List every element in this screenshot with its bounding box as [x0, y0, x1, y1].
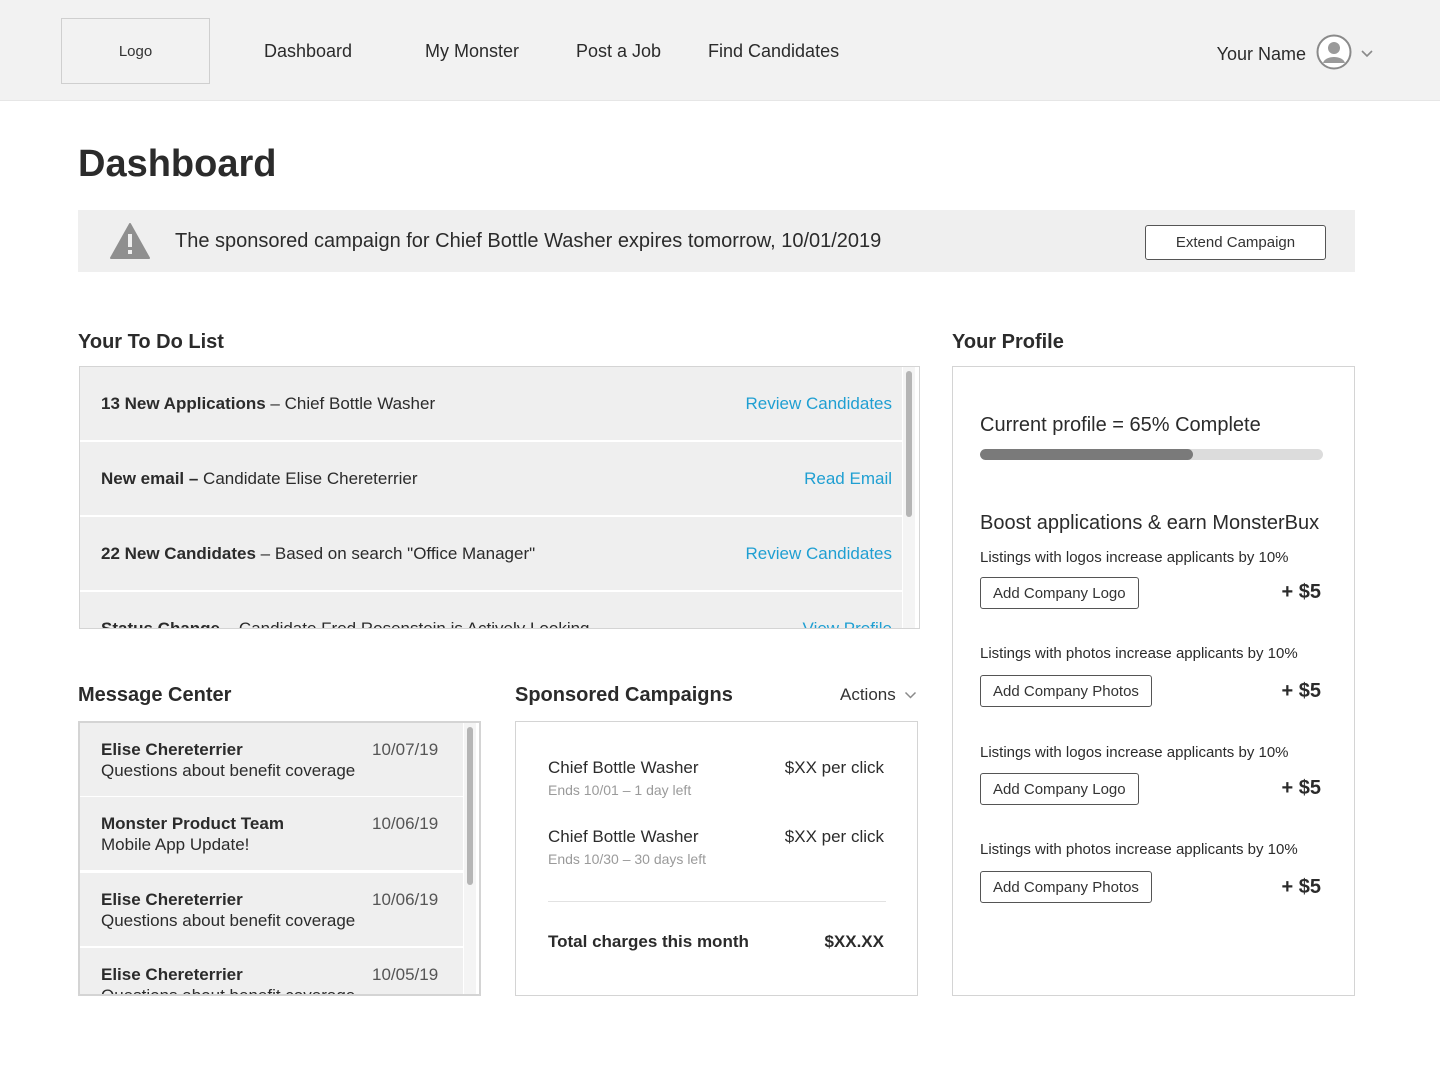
- todo-heading: Your To Do List: [78, 331, 224, 353]
- profile-heading: Your Profile: [952, 331, 1064, 353]
- todo-item-detail: – Candidate Fred Rosenstein is Actively …: [220, 619, 590, 629]
- boost-description: Listings with logos increase applicants …: [980, 549, 1289, 566]
- nav-my-monster[interactable]: My Monster: [425, 41, 519, 62]
- message-date: 10/06/19: [372, 814, 439, 833]
- campaign-end-date: Ends 10/01 – 1 day left: [548, 782, 692, 798]
- message-date: 10/06/19: [372, 890, 439, 909]
- campaign-price: $XX per click: [784, 758, 884, 777]
- message-list: Elise Chereterrier 10/07/19 Questions ab…: [78, 721, 481, 996]
- divider: [548, 901, 886, 902]
- message-sender: Monster Product Team: [101, 814, 284, 833]
- message-subject: Questions about benefit coverage: [101, 761, 356, 780]
- nav-dashboard[interactable]: Dashboard: [264, 41, 352, 62]
- add-company-logo-button[interactable]: Add Company Logo: [980, 577, 1139, 609]
- actions-dropdown[interactable]: Actions: [840, 685, 917, 705]
- message-item[interactable]: Elise Chereterrier 10/07/19 Questions ab…: [80, 723, 463, 796]
- message-item[interactable]: Elise Chereterrier 10/05/19 Questions ab…: [80, 948, 463, 996]
- message-subject: Mobile App Update!: [101, 835, 250, 854]
- todo-scrollbar-thumb[interactable]: [906, 371, 912, 517]
- chevron-down-icon: [904, 685, 917, 705]
- todo-item-detail: Candidate Elise Chereterrier: [198, 469, 418, 488]
- message-item[interactable]: Elise Chereterrier 10/06/19 Questions ab…: [80, 873, 463, 946]
- campaign-price: $XX per click: [784, 827, 884, 846]
- boost-reward: + $5: [1281, 777, 1321, 799]
- boost-reward: + $5: [1281, 876, 1321, 898]
- profile-panel: Current profile = 65% Complete Boost app…: [952, 366, 1355, 996]
- campaign-alert: The sponsored campaign for Chief Bottle …: [78, 210, 1355, 272]
- sponsored-campaigns-heading: Sponsored Campaigns: [515, 684, 733, 706]
- nav-find-candidates[interactable]: Find Candidates: [708, 41, 839, 62]
- boost-heading: Boost applications & earn MonsterBux: [980, 512, 1320, 534]
- add-company-logo-button[interactable]: Add Company Logo: [980, 773, 1139, 805]
- user-name: Your Name: [1216, 44, 1306, 64]
- page-title: Dashboard: [78, 143, 277, 185]
- todo-item-title: 13 New Applications: [101, 394, 266, 413]
- message-center-heading: Message Center: [78, 684, 232, 706]
- add-company-photos-button[interactable]: Add Company Photos: [980, 871, 1152, 903]
- message-sender: Elise Chereterrier: [101, 890, 243, 909]
- todo-item: 22 New Candidates – Based on search "Off…: [80, 517, 902, 590]
- campaign-name[interactable]: Chief Bottle Washer: [548, 758, 699, 778]
- todo-item-title: New email –: [101, 469, 199, 488]
- todo-item-title: 22 New Candidates: [101, 544, 256, 563]
- message-subject: Questions about benefit coverage: [101, 986, 356, 996]
- view-profile-link[interactable]: View Profile: [803, 619, 892, 628]
- review-candidates-link[interactable]: Review Candidates: [746, 394, 892, 414]
- total-charges-value: $XX.XX: [824, 932, 884, 951]
- campaigns-panel: Chief Bottle Washer $XX per click Ends 1…: [515, 721, 918, 996]
- boost-reward: + $5: [1281, 581, 1321, 603]
- user-menu[interactable]: Your Name: [1217, 34, 1374, 75]
- message-scrollbar-thumb[interactable]: [467, 727, 473, 885]
- logo[interactable]: Logo: [61, 18, 210, 84]
- extend-campaign-button[interactable]: Extend Campaign: [1145, 225, 1326, 260]
- message-sender: Elise Chereterrier: [101, 965, 243, 984]
- todo-list: 13 New Applications – Chief Bottle Washe…: [79, 366, 920, 629]
- todo-scrollbar[interactable]: [903, 367, 915, 628]
- top-nav: Logo Dashboard My Monster Post a Job Fin…: [0, 0, 1440, 101]
- warning-icon: [109, 222, 151, 265]
- todo-item: 13 New Applications – Chief Bottle Washe…: [80, 367, 902, 440]
- profile-progress-fill: [980, 449, 1193, 460]
- todo-item-detail: – Based on search "Office Manager": [255, 544, 536, 563]
- message-subject: Questions about benefit coverage: [101, 911, 356, 930]
- message-date: 10/07/19: [372, 740, 439, 759]
- message-sender: Elise Chereterrier: [101, 740, 243, 759]
- message-scrollbar[interactable]: [464, 723, 476, 994]
- todo-item: Status Change – Candidate Fred Rosenstei…: [80, 592, 902, 629]
- nav-post-a-job[interactable]: Post a Job: [576, 41, 661, 62]
- todo-item: New email – Candidate Elise Chereterrier…: [80, 442, 902, 515]
- profile-progress-bar: [980, 449, 1323, 460]
- read-email-link[interactable]: Read Email: [804, 469, 892, 489]
- campaign-name[interactable]: Chief Bottle Washer: [548, 827, 699, 847]
- todo-item-detail: – Chief Bottle Washer: [265, 394, 436, 413]
- message-date: 10/05/19: [372, 965, 439, 984]
- actions-label: Actions: [840, 685, 896, 704]
- chevron-down-icon: [1360, 46, 1374, 64]
- review-candidates-link[interactable]: Review Candidates: [746, 544, 892, 564]
- total-charges-label: Total charges this month: [548, 932, 749, 951]
- campaign-end-date: Ends 10/30 – 30 days left: [548, 851, 706, 867]
- message-item[interactable]: Monster Product Team 10/06/19 Mobile App…: [80, 797, 463, 870]
- boost-description: Listings with logos increase applicants …: [980, 744, 1289, 761]
- todo-item-title: Status Change: [101, 619, 221, 629]
- alert-message: The sponsored campaign for Chief Bottle …: [175, 230, 882, 252]
- boost-reward: + $5: [1281, 680, 1321, 702]
- add-company-photos-button[interactable]: Add Company Photos: [980, 675, 1152, 707]
- boost-description: Listings with photos increase applicants…: [980, 841, 1298, 858]
- boost-description: Listings with photos increase applicants…: [980, 645, 1298, 662]
- profile-completion-text: Current profile = 65% Complete: [980, 414, 1261, 436]
- avatar-icon: [1316, 34, 1352, 75]
